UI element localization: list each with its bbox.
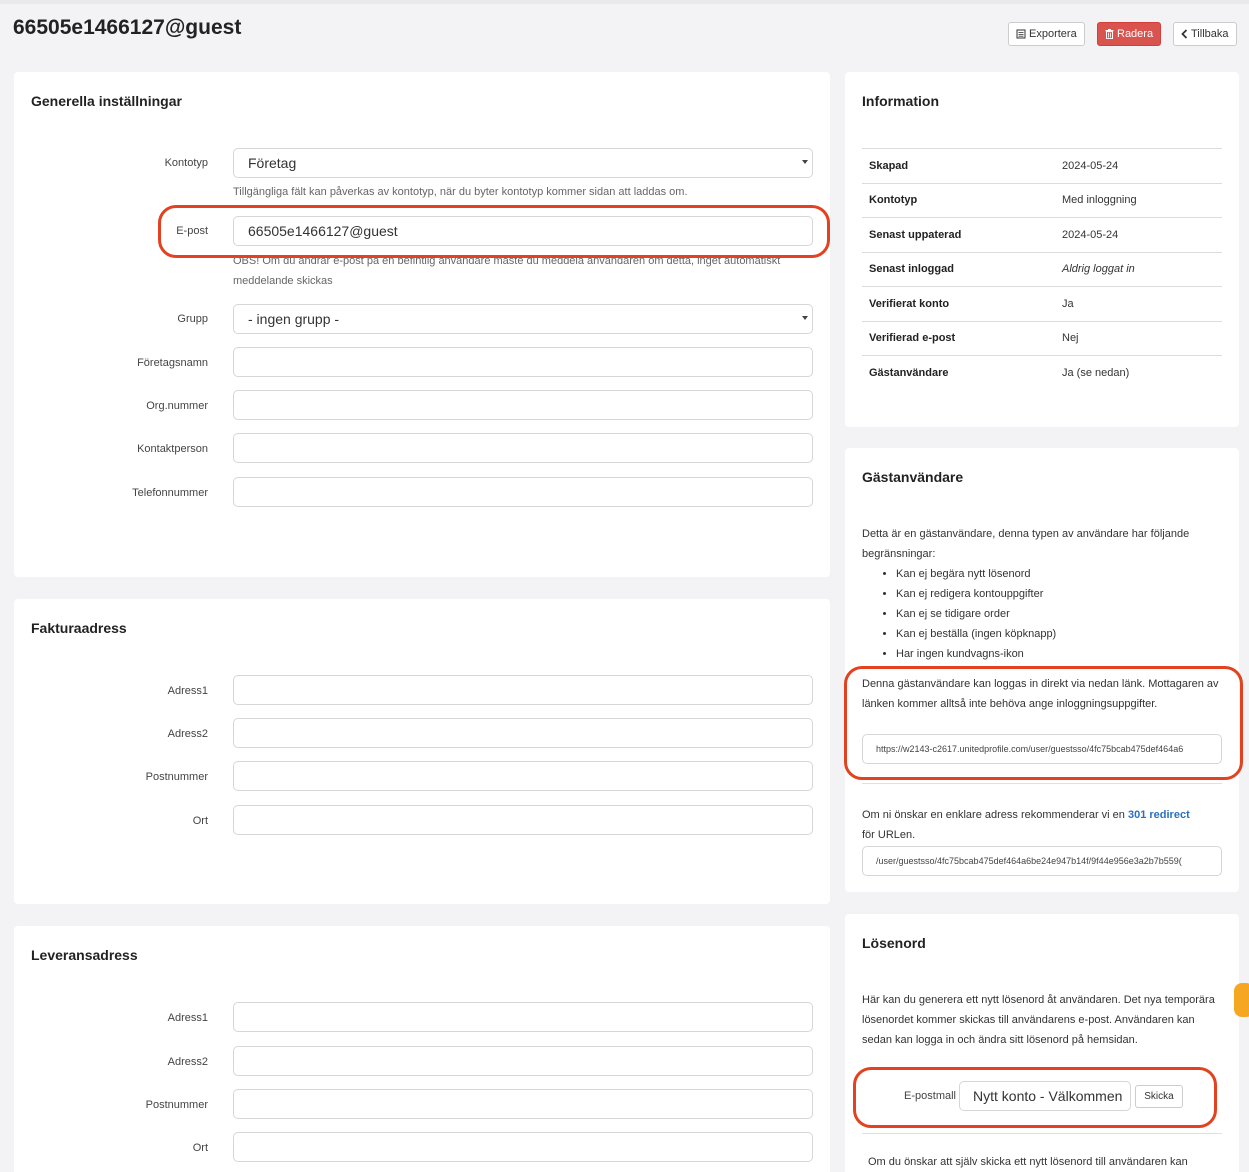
phone-field[interactable] <box>233 477 813 507</box>
highlight-guest-link <box>844 666 1243 780</box>
table-row: Skapad 2024-05-24 <box>862 148 1222 183</box>
info-key: Senast uppaterad <box>862 217 1055 252</box>
guest-intro: Detta är en gästanvändare, denna typen a… <box>862 524 1222 664</box>
chevron-left-icon <box>1181 29 1188 39</box>
billing-address1-label: Adress1 <box>167 685 208 697</box>
trash-icon <box>1105 29 1114 39</box>
information-table: Skapad 2024-05-24 Kontotyp Med inloggning … <box>862 148 1222 390</box>
org-number-field[interactable] <box>233 390 813 420</box>
delete-label: Radera <box>1117 28 1154 40</box>
caret-down-icon <box>802 160 808 164</box>
info-key: Kontotyp <box>862 182 1055 218</box>
delivery-city-field[interactable] <box>233 1132 813 1162</box>
list-item: Kan ej beställa (ingen köpknapp) <box>896 624 1222 644</box>
info-key: Gästanvändare <box>862 355 1055 390</box>
list-item: Kan ej redigera kontouppgifter <box>896 584 1222 604</box>
table-row: Verifierad e-post Nej <box>862 320 1222 356</box>
info-value: Ja (se nedan) <box>1055 355 1222 390</box>
highlight-email-template <box>853 1067 1217 1128</box>
redirect-text: Om ni önskar en enklare adress rekommend… <box>862 805 1222 845</box>
company-field[interactable] <box>233 347 813 377</box>
account-type-label: Kontotyp <box>164 157 208 169</box>
delivery-zip-label: Postnummer <box>145 1099 208 1111</box>
delivery-address2-label: Adress2 <box>167 1056 208 1068</box>
group-select[interactable]: - ingen grupp - <box>233 304 813 334</box>
table-row: Senast inloggad Aldrig loggat in <box>862 251 1222 287</box>
delivery-address1-label: Adress1 <box>167 1012 208 1024</box>
chat-widget-icon[interactable] <box>1234 983 1249 1017</box>
delete-button[interactable]: Radera <box>1097 22 1162 46</box>
redirect-link[interactable]: 301 redirect <box>1128 809 1190 821</box>
billing-address1-field[interactable] <box>233 675 813 705</box>
delivery-address2-field[interactable] <box>233 1046 813 1076</box>
info-value: 2024-05-24 <box>1055 217 1222 252</box>
group-label: Grupp <box>177 313 208 325</box>
billing-zip-label: Postnummer <box>145 771 208 783</box>
table-row: Verifierat konto Ja <box>862 286 1222 321</box>
org-label: Org.nummer <box>146 400 208 412</box>
password-description: Här kan du generera ett nytt lösenord åt… <box>862 994 1215 1046</box>
info-value: Med inloggning <box>1055 182 1222 218</box>
group-value: - ingen grupp - <box>248 311 340 327</box>
info-value: Aldrig loggat in <box>1055 251 1222 287</box>
contact-person-field[interactable] <box>233 433 813 463</box>
redirect-path-field[interactable]: /user/guestsso/4fc75bcab475def464a6be24e… <box>862 846 1222 876</box>
highlight-email <box>158 205 830 258</box>
delivery-city-label: Ort <box>192 1142 208 1154</box>
redirect-path: /user/guestsso/4fc75bcab475def464a6be24e… <box>876 856 1182 866</box>
account-type-value: Företag <box>248 155 297 171</box>
billing-title: Fakturaadress <box>31 620 127 636</box>
table-row: Kontotyp Med inloggning <box>862 182 1222 218</box>
guest-title: Gästanvändare <box>862 469 964 485</box>
info-value: Ja <box>1055 286 1222 321</box>
account-type-select[interactable]: Företag <box>233 148 813 178</box>
delivery-zip-field[interactable] <box>233 1089 813 1119</box>
billing-card <box>14 599 830 904</box>
delivery-address1-field[interactable] <box>233 1002 813 1032</box>
delivery-title: Leveransadress <box>31 947 138 963</box>
info-value: Nej <box>1055 320 1222 356</box>
page-title: 66505e1466127@guest <box>13 16 242 39</box>
top-border <box>0 0 1249 4</box>
information-title: Information <box>862 93 939 109</box>
guest-restrictions-list: Kan ej begära nytt lösenord Kan ej redig… <box>862 564 1222 664</box>
export-button[interactable]: Exportera <box>1008 22 1085 46</box>
list-item: Kan ej begära nytt lösenord <box>896 564 1222 584</box>
contact-label: Kontaktperson <box>137 443 208 455</box>
billing-city-label: Ort <box>192 815 208 827</box>
info-key: Verifierad e-post <box>862 320 1055 356</box>
info-value: 2024-05-24 <box>1055 148 1222 183</box>
account-type-help: Tillgängliga fält kan påverkas av kontot… <box>233 186 688 198</box>
redirect-text-after: för URLen. <box>862 829 916 841</box>
info-key: Skapad <box>862 148 1055 183</box>
divider <box>862 1133 1222 1134</box>
redirect-text-before: Om ni önskar en enklare adress rekommend… <box>862 809 1125 821</box>
export-label: Exportera <box>1029 28 1077 40</box>
divider <box>862 783 1222 784</box>
billing-address2-label: Adress2 <box>167 728 208 740</box>
table-row: Senast uppaterad 2024-05-24 <box>862 217 1222 252</box>
caret-down-icon <box>802 316 808 320</box>
export-icon <box>1016 29 1026 39</box>
billing-address2-field[interactable] <box>233 718 813 748</box>
info-key: Verifierat konto <box>862 286 1055 321</box>
company-label: Företagsnamn <box>137 357 208 369</box>
password-footer-text: Om du önskar att själv skicka ett nytt l… <box>868 1156 1188 1168</box>
billing-zip-field[interactable] <box>233 761 813 791</box>
guest-intro-text: Detta är en gästanvändare, denna typen a… <box>862 528 1190 560</box>
info-key: Senast inloggad <box>862 251 1055 287</box>
list-item: Har ingen kundvagns-ikon <box>896 644 1222 664</box>
list-item: Kan ej se tidigare order <box>896 604 1222 624</box>
back-label: Tillbaka <box>1191 28 1229 40</box>
back-button[interactable]: Tillbaka <box>1173 22 1237 46</box>
phone-label: Telefonnummer <box>132 487 208 499</box>
billing-city-field[interactable] <box>233 805 813 835</box>
table-row: Gästanvändare Ja (se nedan) <box>862 355 1222 390</box>
password-title: Lösenord <box>862 935 926 951</box>
general-settings-title: Generella inställningar <box>31 93 182 109</box>
